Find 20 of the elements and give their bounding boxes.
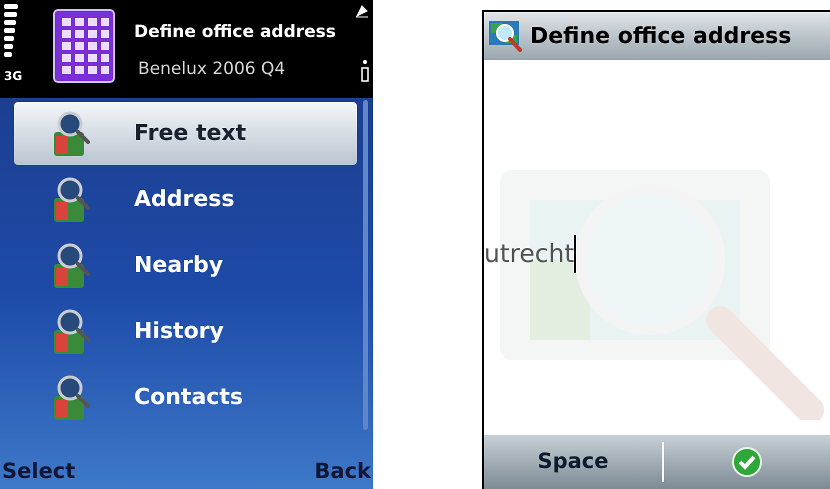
magnifier-icon [52,242,92,290]
magnifier-icon [52,374,92,422]
menu-item[interactable]: Nearby [14,234,357,297]
magnifier-icon [52,110,92,158]
screen-title: Define office address [530,22,792,50]
magnifier-icon [52,176,92,224]
menu-item[interactable]: History [14,300,357,363]
menu-item[interactable]: Free text [14,102,357,165]
screen-subtitle: Benelux 2006 Q4 [137,58,286,81]
select-softkey[interactable]: Select [2,456,76,487]
magnifier-icon [52,308,92,356]
back-softkey[interactable]: Back [314,456,371,487]
network-label: 3G [4,70,24,82]
battery-icon [361,60,369,82]
text-input-field[interactable]: utrecht [484,232,814,276]
app-grid-icon [52,8,118,84]
menu-item[interactable]: Contacts [14,366,357,429]
menu-item[interactable]: Address [14,168,357,231]
screen-title: Define office address [134,20,337,44]
check-icon [732,447,762,477]
